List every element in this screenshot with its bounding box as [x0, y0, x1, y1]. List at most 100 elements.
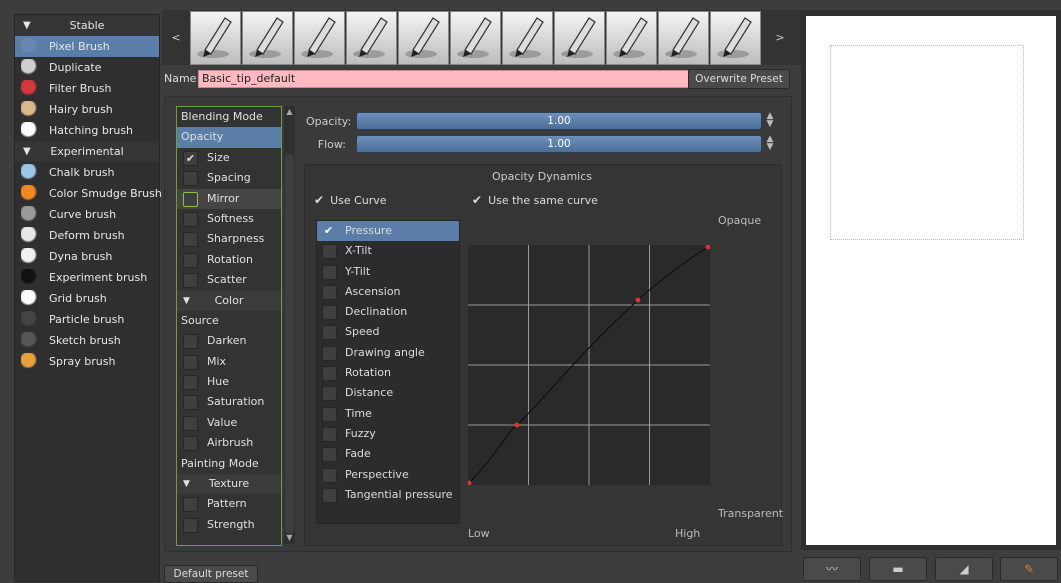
- sensor-item[interactable]: Drawing angle: [317, 343, 459, 363]
- option-checkbox[interactable]: [183, 273, 198, 289]
- option-chk[interactable]: Value: [177, 413, 281, 433]
- engine-item[interactable]: Pixel Brush: [15, 36, 159, 57]
- curve-editor[interactable]: [466, 244, 711, 486]
- option-sel[interactable]: Opacity: [177, 127, 281, 148]
- option-chk[interactable]: Strength: [177, 515, 281, 535]
- option-chk[interactable]: Softness: [177, 209, 281, 229]
- option-chk[interactable]: Rotation: [177, 250, 281, 270]
- sensor-item[interactable]: Declination: [317, 302, 459, 322]
- sensor-checkbox[interactable]: [322, 426, 337, 442]
- opacity-spin-icon[interactable]: ▲ ▼: [765, 112, 775, 129]
- sensor-checkbox[interactable]: [322, 264, 337, 280]
- engine-item[interactable]: Color Smudge Brush: [15, 183, 162, 204]
- sensor-checkbox[interactable]: [322, 386, 337, 402]
- option-checkbox[interactable]: [183, 497, 198, 513]
- sensor-item[interactable]: Tangential pressure: [317, 485, 459, 505]
- fill-gradient-button[interactable]: ▬: [869, 557, 927, 581]
- engine-item[interactable]: Particle brush: [15, 309, 159, 330]
- paint-preset-icon-button[interactable]: 〰: [803, 557, 861, 581]
- sensor-list[interactable]: ✔ Pressure X-Tilt Y-Tilt Ascension Declinatio…: [316, 220, 460, 524]
- option-chk[interactable]: Hue: [177, 372, 281, 392]
- option-chk[interactable]: ✔ Size: [177, 148, 281, 168]
- option-chk[interactable]: Scatter: [177, 270, 281, 290]
- option-checkbox[interactable]: [183, 171, 198, 187]
- engine-item[interactable]: Hairy brush: [15, 99, 159, 120]
- sensor-item[interactable]: Ascension: [317, 282, 459, 302]
- preset-thumbnail[interactable]: [554, 11, 605, 65]
- sensor-checkbox[interactable]: [322, 366, 337, 382]
- sensor-checkbox[interactable]: [322, 244, 337, 260]
- engine-item[interactable]: Sketch brush: [15, 330, 159, 351]
- brush-engine-list[interactable]: ▼ Stable Pixel Brush Duplicate Filter Brush H…: [14, 14, 162, 582]
- option-checkbox[interactable]: ✔: [183, 150, 198, 166]
- option-checkbox[interactable]: [183, 436, 198, 452]
- sensor-checkbox[interactable]: [322, 406, 337, 422]
- flow-slider[interactable]: 1.00: [356, 135, 762, 153]
- option-chk[interactable]: Saturation: [177, 392, 281, 412]
- option-cat[interactable]: ▼ Texture: [177, 474, 281, 495]
- preset-name-input[interactable]: Basic_tip_default: [198, 70, 691, 88]
- option-checkbox[interactable]: [183, 354, 198, 370]
- clear-scratchpad-button[interactable]: ✎: [1000, 557, 1058, 581]
- preset-thumbnail[interactable]: [398, 11, 449, 65]
- option-checkbox[interactable]: [183, 211, 198, 227]
- engine-item[interactable]: Grid brush: [15, 288, 159, 309]
- engine-item[interactable]: Dyna brush: [15, 246, 159, 267]
- sensor-checkbox[interactable]: [322, 284, 337, 300]
- sensor-item[interactable]: Speed: [317, 322, 459, 342]
- curve-point[interactable]: [514, 422, 520, 428]
- sensor-item[interactable]: Y-Tilt: [317, 262, 459, 282]
- preset-thumbnail[interactable]: [606, 11, 657, 65]
- overwrite-preset-button[interactable]: Overwrite Preset: [688, 69, 790, 89]
- option-chk[interactable]: Sharpness: [177, 229, 281, 249]
- strip-prev-button[interactable]: <: [164, 10, 188, 65]
- sensor-item[interactable]: Perspective: [317, 465, 459, 485]
- paintop-options-list[interactable]: Blending Mode Opacity ✔ Size Spacing Mirror So…: [176, 106, 282, 546]
- preset-thumbnail[interactable]: [242, 11, 293, 65]
- option-checkbox[interactable]: [183, 375, 198, 391]
- opacity-slider[interactable]: 1.00: [356, 112, 762, 130]
- sensor-item[interactable]: Rotation: [317, 363, 459, 383]
- option-checkbox[interactable]: [183, 232, 198, 248]
- option-checkbox[interactable]: [183, 191, 198, 207]
- sensor-checkbox[interactable]: [322, 305, 337, 321]
- use-same-curve-checkbox[interactable]: ✔ Use the same curve: [472, 193, 598, 207]
- sensor-item[interactable]: Fade: [317, 444, 459, 464]
- preset-thumbnail[interactable]: [450, 11, 501, 65]
- sensor-item[interactable]: ✔ Pressure: [317, 221, 459, 242]
- engine-item[interactable]: Deform brush: [15, 225, 159, 246]
- engine-category[interactable]: ▼ Stable: [15, 15, 159, 36]
- option-head[interactable]: Painting Mode: [177, 454, 281, 474]
- option-checkbox[interactable]: [183, 252, 198, 268]
- engine-item[interactable]: Hatching brush: [15, 120, 159, 141]
- default-preset-button[interactable]: Default preset: [164, 565, 258, 583]
- option-checkbox[interactable]: [183, 395, 198, 411]
- fill-background-button[interactable]: ◢: [935, 557, 993, 581]
- option-checkbox[interactable]: [183, 334, 198, 350]
- option-chk[interactable]: Airbrush: [177, 433, 281, 453]
- option-checkbox[interactable]: [183, 415, 198, 431]
- sensor-checkbox[interactable]: [322, 487, 337, 503]
- sensor-item[interactable]: X-Tilt: [317, 241, 459, 261]
- options-scrollbar[interactable]: ▲ ▼: [284, 106, 295, 544]
- engine-item[interactable]: Experiment brush: [15, 267, 159, 288]
- sensor-checkbox[interactable]: [322, 325, 337, 341]
- preset-thumbnail[interactable]: [658, 11, 709, 65]
- flow-spin-icon[interactable]: ▲ ▼: [765, 135, 775, 152]
- option-chk[interactable]: Spacing: [177, 168, 281, 188]
- option-chk[interactable]: Mirror: [177, 188, 281, 209]
- curve-point[interactable]: [635, 297, 641, 303]
- option-chk[interactable]: Darken: [177, 331, 281, 351]
- sensor-checkbox[interactable]: [322, 467, 337, 483]
- option-head[interactable]: Source: [177, 311, 281, 331]
- use-curve-checkbox[interactable]: ✔ Use Curve: [314, 193, 387, 207]
- scrollbar-thumb[interactable]: [285, 154, 294, 534]
- engine-item[interactable]: Curve brush: [15, 204, 159, 225]
- preset-thumbnail[interactable]: [502, 11, 553, 65]
- option-chk[interactable]: Mix: [177, 352, 281, 372]
- sensor-checkbox[interactable]: [322, 345, 337, 361]
- preset-thumbnail[interactable]: [294, 11, 345, 65]
- engine-item[interactable]: Chalk brush: [15, 162, 159, 183]
- scroll-up-icon[interactable]: ▲: [285, 108, 294, 116]
- sensor-item[interactable]: Fuzzy: [317, 424, 459, 444]
